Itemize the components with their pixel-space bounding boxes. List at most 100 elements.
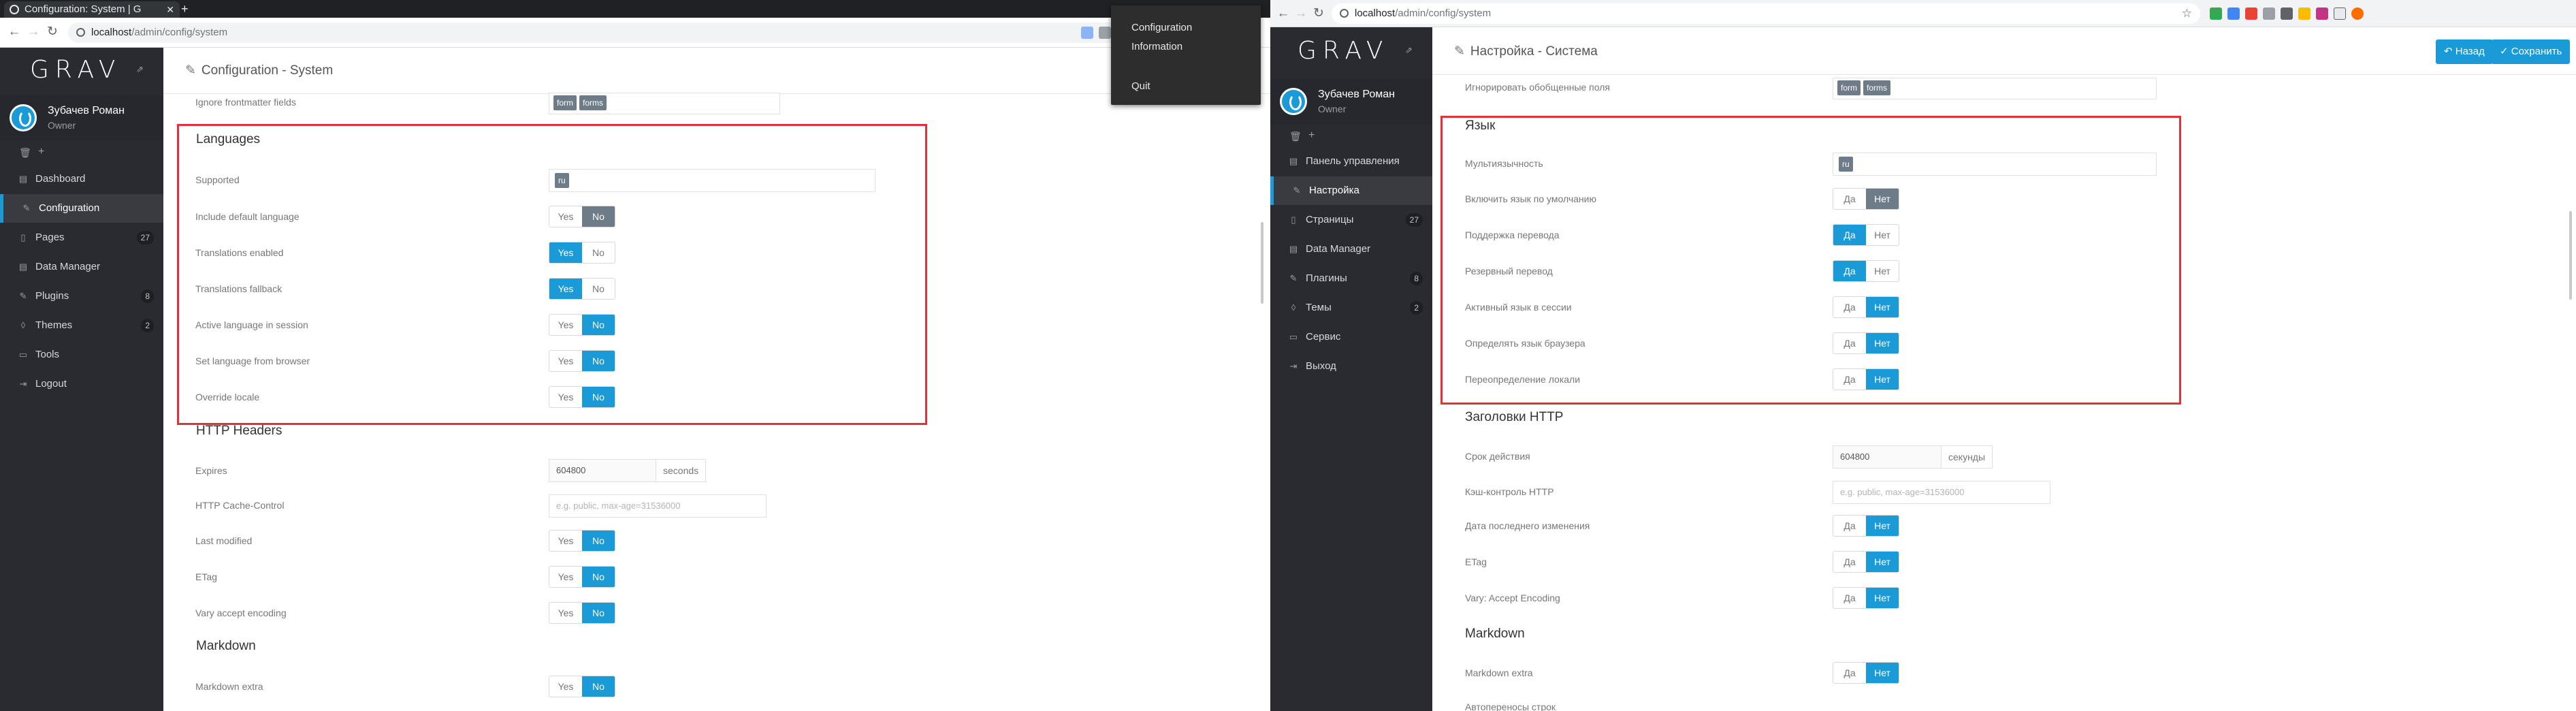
yes-no-toggle[interactable]: Да Нет [1833,332,1899,354]
extension-icon[interactable] [2334,7,2346,20]
add-icon[interactable]: + [1308,129,1315,142]
no-option[interactable]: No [582,567,615,587]
yes-no-toggle[interactable]: Да Нет [1833,260,1899,282]
no-option[interactable]: No [582,531,615,551]
yes-option[interactable]: Да [1833,189,1866,209]
close-tab-icon[interactable]: ✕ [166,1,174,18]
external-link-icon[interactable]: ⇗ [1405,45,1413,56]
reload-icon[interactable]: ↻ [45,24,60,40]
no-option[interactable]: Нет [1866,261,1899,281]
supported-languages-field[interactable]: ru [549,169,875,192]
yes-option[interactable]: Yes [549,531,582,551]
no-option[interactable]: No [582,351,615,371]
tag-chip[interactable]: form [1837,80,1861,95]
sidebar-item-5[interactable]: ✎ Плагины 8 [1270,264,1432,293]
cache-control-input[interactable]: e.g. public, max-age=31536000 [549,494,767,518]
yes-option[interactable]: Yes [549,279,582,299]
sidebar-item-3[interactable]: ▯ Pages 27 [0,223,163,252]
sidebar-item-7[interactable]: ▭ Tools [0,341,163,369]
yes-no-toggle[interactable]: Yes No [549,566,615,588]
add-icon[interactable]: + [38,146,44,158]
no-option[interactable]: Нет [1866,189,1899,209]
yes-option[interactable]: Да [1833,588,1866,608]
sidebar-item-2[interactable]: ✎ Настройка [1270,176,1432,205]
cache-control-input[interactable]: e.g. public, max-age=31536000 [1833,481,2050,504]
tag-chip[interactable]: forms [579,95,607,110]
extension-icon[interactable] [2281,7,2293,20]
reload-icon[interactable]: ↻ [1311,5,1326,22]
browser-tab[interactable]: Configuration: System | G ✕ [4,1,180,18]
extension-icon[interactable] [2263,7,2275,20]
extension-icon[interactable] [1099,27,1111,39]
no-option[interactable]: Нет [1866,297,1899,317]
instagram-icon[interactable] [2316,7,2328,20]
back-icon[interactable]: ← [1276,5,1291,22]
markdown-extra-toggle[interactable]: Yes No [549,676,615,697]
yes-option[interactable]: Yes [549,567,582,587]
no-option[interactable]: No [582,603,615,623]
no-option[interactable]: No [582,676,615,697]
yes-option[interactable]: Да [1833,261,1866,281]
expires-input[interactable]: 604800 [1833,445,1942,469]
no-option[interactable]: Нет [1866,369,1899,390]
yes-no-toggle[interactable]: Да Нет [1833,224,1899,246]
tag-chip[interactable]: form [553,95,577,110]
profile-icon[interactable] [2351,7,2364,20]
extension-icon[interactable] [2210,7,2222,20]
no-option[interactable]: Нет [1866,588,1899,608]
sidebar-item-4[interactable]: ▤ Data Manager [1270,235,1432,264]
yes-option[interactable]: Да [1833,297,1866,317]
sidebar-item-6[interactable]: ◊ Темы 2 [1270,294,1432,322]
no-option[interactable]: No [582,387,615,407]
yes-no-toggle[interactable]: Да Нет [1833,188,1899,210]
sidebar-item-8[interactable]: ⇥ Logout [0,370,163,398]
user-profile[interactable]: Зубачев Роман Owner [1270,79,1432,124]
no-option[interactable]: Нет [1866,663,1899,683]
yes-no-toggle[interactable]: Да Нет [1833,296,1899,318]
tag-chip[interactable]: ru [555,173,569,188]
supported-languages-field[interactable]: ru [1833,153,2157,176]
new-tab-icon[interactable]: + [181,1,189,16]
yes-no-toggle[interactable]: Yes No [549,350,615,372]
scrollbar[interactable] [2569,211,2572,300]
trash-icon[interactable]: 🗑 [1289,131,1302,142]
no-option[interactable]: Нет [1866,552,1899,572]
save-button[interactable]: ✓ Сохранить [2492,40,2571,64]
menu-item-configuration[interactable]: Configuration [1131,22,1192,33]
url-bar[interactable]: localhost/admin/config/system ☆ [1332,3,2200,24]
no-option[interactable]: No [582,242,615,263]
scrollbar[interactable] [1261,222,1263,304]
yes-option[interactable]: Yes [549,387,582,407]
url-bar[interactable]: localhost/admin/config/system ☆ [68,22,1157,43]
sidebar-item-4[interactable]: ▤ Data Manager [0,253,163,281]
yes-option[interactable]: Да [1833,516,1866,536]
menu-item-information[interactable]: Information [1131,41,1182,52]
yes-option[interactable]: Yes [549,351,582,371]
sidebar-item-6[interactable]: ◊ Themes 2 [0,311,163,340]
no-option[interactable]: No [582,206,615,227]
back-icon[interactable]: ← [7,24,22,40]
ignore-frontmatter-field[interactable]: form forms [549,93,780,114]
yes-option[interactable]: Yes [549,206,582,227]
yes-option[interactable]: Yes [549,315,582,335]
menu-item-quit[interactable]: Quit [1131,80,1150,92]
yes-option[interactable]: Yes [549,242,582,263]
bookmark-star-icon[interactable]: ☆ [2182,3,2192,24]
yes-no-toggle[interactable]: Да Нет [1833,587,1899,609]
extension-icon[interactable] [2298,7,2311,20]
markdown-extra-toggle[interactable]: Да Нет [1833,662,1899,684]
external-link-icon[interactable]: ⇗ [136,64,144,75]
extension-icon[interactable] [2227,7,2240,20]
no-option[interactable]: No [582,315,615,335]
sidebar-item-3[interactable]: ▯ Страницы 27 [1270,206,1432,234]
sidebar-item-2[interactable]: ✎ Configuration [0,194,163,223]
expires-input[interactable]: 604800 [549,459,656,482]
forward-icon[interactable]: → [26,24,41,40]
sidebar-item-1[interactable]: ▤ Панель управления [1270,147,1432,176]
tag-chip[interactable]: forms [1863,80,1890,95]
yes-option[interactable]: Yes [549,676,582,697]
yes-no-toggle[interactable]: Yes No [549,386,615,408]
forward-icon[interactable]: → [1293,5,1308,22]
translate-icon[interactable] [1081,27,1093,39]
extension-icon[interactable] [2245,7,2257,20]
